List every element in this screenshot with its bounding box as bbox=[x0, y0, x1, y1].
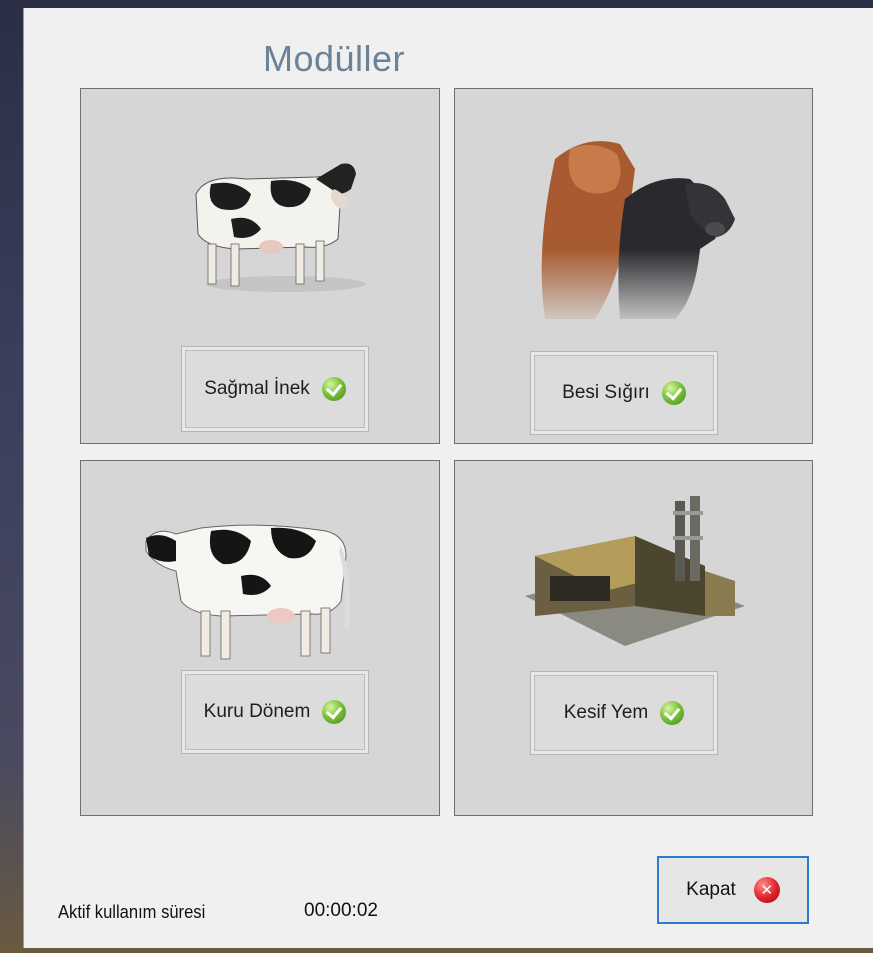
check-icon bbox=[322, 700, 347, 724]
check-icon bbox=[660, 701, 685, 725]
dairy-cow-button[interactable]: Sağmal İnek bbox=[181, 346, 369, 432]
beef-cattle-icon bbox=[525, 129, 755, 329]
close-button[interactable]: Kapat ✕ bbox=[657, 856, 809, 924]
module-panel-dry-cow[interactable]: Kuru Dönem bbox=[80, 460, 440, 816]
dairy-cow-icon bbox=[195, 163, 366, 292]
beef-cattle-label: Besi Sığırı bbox=[562, 382, 650, 403]
usage-time-value: 00:00:02 bbox=[304, 900, 378, 921]
dry-cow-button[interactable]: Kuru Dönem bbox=[181, 670, 369, 754]
module-panel-dairy-cow[interactable]: Sağmal İnek bbox=[80, 88, 440, 444]
dry-cow-icon bbox=[145, 524, 350, 660]
feed-factory-icon bbox=[525, 496, 745, 646]
close-button-label: Kapat bbox=[686, 879, 736, 900]
usage-time-label: Aktif kullanım süresi bbox=[58, 902, 206, 922]
feed-button[interactable]: Kesif Yem bbox=[530, 671, 718, 755]
dairy-cow-label: Sağmal İnek bbox=[204, 378, 310, 399]
beef-cattle-button[interactable]: Besi Sığırı bbox=[530, 351, 718, 435]
module-panel-beef-cattle[interactable]: Besi Sığırı bbox=[454, 88, 813, 444]
check-icon bbox=[661, 381, 686, 405]
dry-cow-label: Kuru Dönem bbox=[203, 701, 311, 722]
feed-label: Kesif Yem bbox=[563, 702, 649, 723]
module-panel-feed[interactable]: Kesif Yem bbox=[454, 460, 813, 816]
check-icon bbox=[321, 377, 346, 401]
window-title: Modüller bbox=[262, 38, 406, 79]
close-icon: ✕ bbox=[753, 877, 780, 903]
